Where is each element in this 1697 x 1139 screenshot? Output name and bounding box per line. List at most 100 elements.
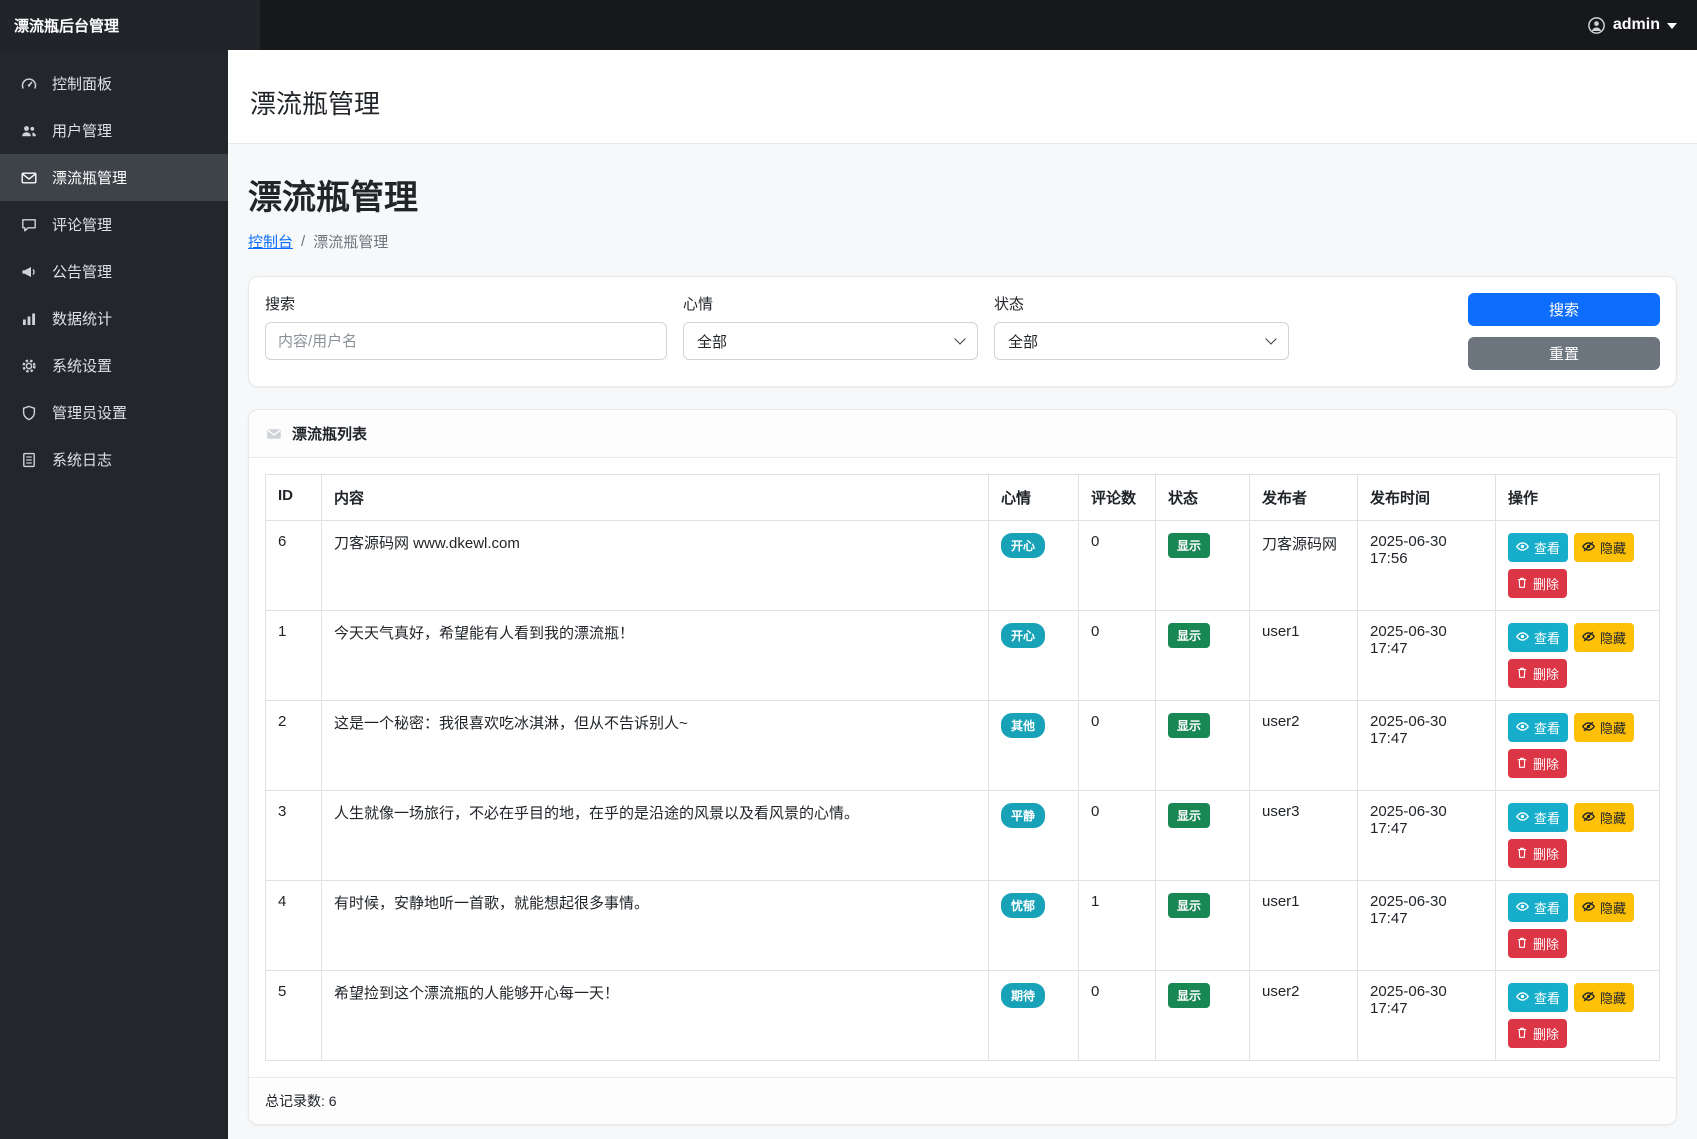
- delete-button-label: 删除: [1533, 934, 1559, 953]
- hide-button[interactable]: 隐藏: [1574, 893, 1634, 922]
- sidebar-item-bottles[interactable]: 漂流瓶管理: [0, 154, 228, 201]
- shield-icon: [20, 405, 38, 421]
- bottle-list-card: 漂流瓶列表 ID 内容 心情 评论数 状态: [248, 409, 1677, 1125]
- trash-icon: [1516, 936, 1528, 952]
- view-button[interactable]: 查看: [1508, 533, 1568, 562]
- mood-badge: 开心: [1001, 533, 1045, 558]
- sidebar-item-users[interactable]: 用户管理: [0, 107, 228, 154]
- hide-button[interactable]: 隐藏: [1574, 713, 1634, 742]
- row-comments: 0: [1079, 791, 1156, 881]
- search-label: 搜索: [265, 293, 667, 314]
- delete-button[interactable]: 删除: [1508, 749, 1567, 778]
- row-id: 6: [266, 521, 322, 611]
- trash-icon: [1516, 1026, 1528, 1042]
- page-title: 漂流瓶管理: [248, 170, 1677, 219]
- row-publisher: 刀客源码网: [1250, 521, 1358, 611]
- sidebar-item-comments[interactable]: 评论管理: [0, 201, 228, 248]
- breadcrumb-home-link[interactable]: 控制台: [248, 231, 293, 252]
- hide-button[interactable]: 隐藏: [1574, 803, 1634, 832]
- hide-button-label: 隐藏: [1600, 718, 1626, 737]
- sidebar-item-label: 漂流瓶管理: [52, 167, 127, 188]
- mood-select[interactable]: 全部: [683, 322, 978, 360]
- hide-button[interactable]: 隐藏: [1574, 533, 1634, 562]
- delete-button[interactable]: 删除: [1508, 1019, 1567, 1048]
- search-input[interactable]: [265, 322, 667, 360]
- row-content: 今天天气真好，希望能有人看到我的漂流瓶！: [322, 611, 989, 701]
- sidebar-item-announcements[interactable]: 公告管理: [0, 248, 228, 295]
- delete-button[interactable]: 删除: [1508, 929, 1567, 958]
- hide-button-label: 隐藏: [1600, 628, 1626, 647]
- eye-icon: [1516, 990, 1529, 1006]
- hide-button[interactable]: 隐藏: [1574, 983, 1634, 1012]
- delete-button[interactable]: 删除: [1508, 659, 1567, 688]
- sidebar-item-label: 数据统计: [52, 308, 112, 329]
- breadcrumb-separator: /: [301, 233, 305, 250]
- row-publisher: user1: [1250, 611, 1358, 701]
- delete-button-label: 删除: [1533, 1024, 1559, 1043]
- page-header-title: 漂流瓶管理: [250, 89, 380, 119]
- eye-slash-icon: [1582, 720, 1595, 736]
- col-header-actions: 操作: [1496, 475, 1660, 521]
- row-comments: 0: [1079, 611, 1156, 701]
- main-content: 漂流瓶管理 漂流瓶管理 控制台 / 漂流瓶管理 搜索 心情 全部: [228, 50, 1697, 1139]
- delete-button[interactable]: 删除: [1508, 839, 1567, 868]
- dashboard-icon: [20, 76, 38, 92]
- envelope-icon: [265, 426, 283, 442]
- user-menu[interactable]: admin: [1568, 16, 1697, 34]
- reset-button[interactable]: 重置: [1468, 337, 1660, 370]
- chart-icon: [20, 311, 38, 327]
- eye-icon: [1516, 630, 1529, 646]
- view-button[interactable]: 查看: [1508, 893, 1568, 922]
- sidebar-item-system-settings[interactable]: 系统设置: [0, 342, 228, 389]
- sidebar-item-admin-settings[interactable]: 管理员设置: [0, 389, 228, 436]
- sidebar-item-dashboard[interactable]: 控制面板: [0, 60, 228, 107]
- col-header-time: 发布时间: [1358, 475, 1496, 521]
- eye-icon: [1516, 720, 1529, 736]
- view-button[interactable]: 查看: [1508, 803, 1568, 832]
- chevron-down-icon: [1667, 23, 1677, 29]
- view-button[interactable]: 查看: [1508, 983, 1568, 1012]
- status-badge: 显示: [1168, 623, 1210, 648]
- table-row: 1 今天天气真好，希望能有人看到我的漂流瓶！ 开心 0 显示 user1 202…: [266, 611, 1660, 701]
- trash-icon: [1516, 666, 1528, 682]
- view-button[interactable]: 查看: [1508, 713, 1568, 742]
- breadcrumb: 控制台 / 漂流瓶管理: [248, 231, 1677, 252]
- chevron-down-icon: [954, 333, 965, 344]
- view-button-label: 查看: [1534, 628, 1560, 647]
- search-button[interactable]: 搜索: [1468, 293, 1660, 326]
- chevron-down-icon: [1265, 333, 1276, 344]
- sidebar-item-system-logs[interactable]: 系统日志: [0, 436, 228, 483]
- eye-slash-icon: [1582, 540, 1595, 556]
- eye-slash-icon: [1582, 990, 1595, 1006]
- bottle-table-body: 6 刀客源码网 www.dkewl.com 开心 0 显示 刀客源码网 2025…: [266, 521, 1660, 1061]
- status-select[interactable]: 全部: [994, 322, 1289, 360]
- row-id: 3: [266, 791, 322, 881]
- hide-button-label: 隐藏: [1600, 898, 1626, 917]
- row-time: 2025-06-30 17:47: [1358, 791, 1496, 881]
- table-row: 6 刀客源码网 www.dkewl.com 开心 0 显示 刀客源码网 2025…: [266, 521, 1660, 611]
- sidebar-item-label: 系统日志: [52, 449, 112, 470]
- status-select-value: 全部: [1008, 331, 1038, 352]
- bottle-table: ID 内容 心情 评论数 状态 发布者 发布时间 操作 6 刀客源码网: [265, 474, 1660, 1061]
- top-navbar: 漂流瓶后台管理 admin: [0, 0, 1697, 50]
- mood-badge: 忧郁: [1001, 893, 1045, 918]
- row-id: 5: [266, 971, 322, 1061]
- filter-card: 搜索 心情 全部 状态 全部: [248, 276, 1677, 387]
- col-header-content: 内容: [322, 475, 989, 521]
- row-comments: 0: [1079, 971, 1156, 1061]
- search-field-group: 搜索: [265, 293, 667, 360]
- col-header-publisher: 发布者: [1250, 475, 1358, 521]
- view-button[interactable]: 查看: [1508, 623, 1568, 652]
- breadcrumb-current: 漂流瓶管理: [313, 231, 388, 252]
- sidebar-item-statistics[interactable]: 数据统计: [0, 295, 228, 342]
- delete-button[interactable]: 删除: [1508, 569, 1567, 598]
- users-icon: [20, 123, 38, 139]
- status-field-group: 状态 全部: [994, 293, 1289, 360]
- row-content: 刀客源码网 www.dkewl.com: [322, 521, 989, 611]
- hide-button[interactable]: 隐藏: [1574, 623, 1634, 652]
- col-header-mood: 心情: [989, 475, 1079, 521]
- row-id: 4: [266, 881, 322, 971]
- app-window: 漂流瓶后台管理 admin 控制面板 用户管理 漂流瓶管理 评论管理: [0, 0, 1697, 1139]
- table-row: 3 人生就像一场旅行，不必在乎目的地，在乎的是沿途的风景以及看风景的心情。 平静…: [266, 791, 1660, 881]
- row-time: 2025-06-30 17:47: [1358, 701, 1496, 791]
